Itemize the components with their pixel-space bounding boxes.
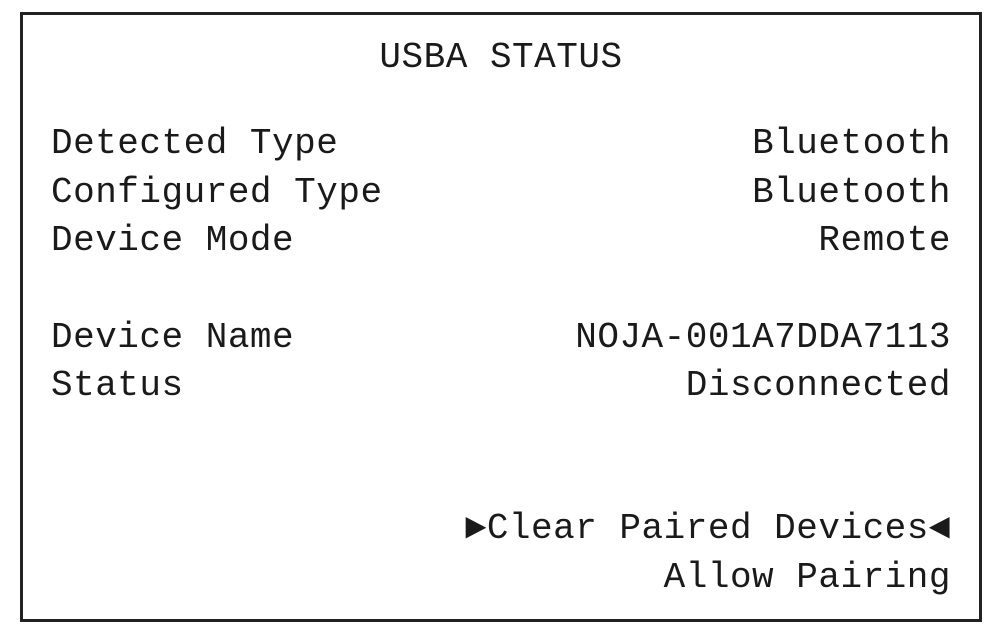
- value-configured-type: Bluetooth: [752, 169, 951, 218]
- row-device-mode: Device Mode Remote: [51, 217, 951, 266]
- usba-status-panel: USBA STATUS Detected Type Bluetooth Conf…: [20, 12, 982, 622]
- value-detected-type: Bluetooth: [752, 120, 951, 169]
- row-configured-type: Configured Type Bluetooth: [51, 169, 951, 218]
- allow-pairing-action[interactable]: Allow Pairing: [664, 554, 951, 603]
- label-status: Status: [51, 362, 184, 411]
- label-detected-type: Detected Type: [51, 120, 338, 169]
- value-device-mode: Remote: [818, 217, 951, 266]
- label-configured-type: Configured Type: [51, 169, 383, 218]
- row-detected-type: Detected Type Bluetooth: [51, 120, 951, 169]
- spacer: [51, 411, 951, 505]
- row-device-name: Device Name NOJA-001A7DDA7113: [51, 314, 951, 363]
- selection-marker-left-icon: ►: [465, 505, 487, 554]
- label-device-mode: Device Mode: [51, 217, 294, 266]
- actions-list: ►Clear Paired Devices◄ Allow Pairing: [51, 505, 951, 602]
- row-status: Status Disconnected: [51, 362, 951, 411]
- value-device-name: NOJA-001A7DDA7113: [575, 314, 951, 363]
- label-device-name: Device Name: [51, 314, 294, 363]
- clear-paired-devices-action[interactable]: Clear Paired Devices: [487, 505, 929, 554]
- panel-title: USBA STATUS: [51, 37, 951, 78]
- value-status: Disconnected: [686, 362, 951, 411]
- spacer: [51, 266, 951, 314]
- selection-marker-right-icon: ◄: [929, 505, 951, 554]
